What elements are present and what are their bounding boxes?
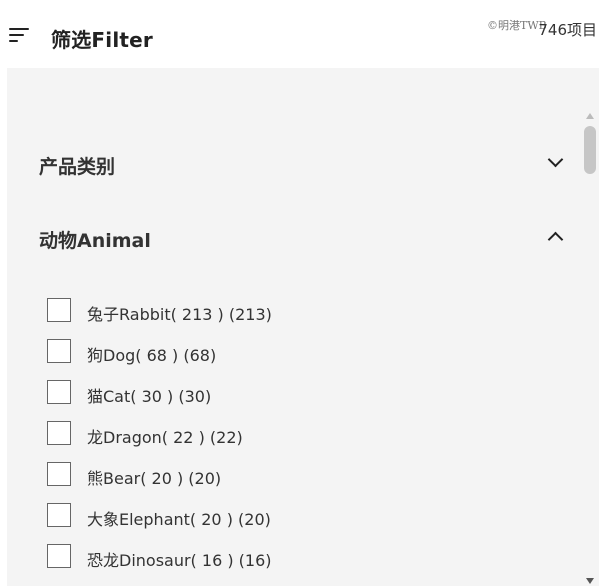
filter-header: 筛选Filter ©明港TWB 746项目 bbox=[0, 0, 599, 68]
menu-icon[interactable] bbox=[9, 28, 29, 44]
checkbox[interactable] bbox=[47, 462, 71, 486]
scroll-up-arrow-icon[interactable] bbox=[586, 113, 594, 119]
filter-option-dog[interactable]: 狗Dog( 68 ) (68) bbox=[47, 339, 527, 365]
scroll-down-arrow-icon[interactable] bbox=[586, 578, 594, 584]
filter-option-elephant[interactable]: 大象Elephant( 20 ) (20) bbox=[47, 503, 527, 529]
section-title: 动物Animal bbox=[39, 230, 151, 252]
option-label: 兔子Rabbit( 213 ) (213) bbox=[87, 305, 272, 324]
option-label: 狗Dog( 68 ) (68) bbox=[87, 346, 217, 365]
scrollbar[interactable] bbox=[582, 113, 598, 586]
option-label: 龙Dragon( 22 ) (22) bbox=[87, 428, 243, 447]
option-label: 熊Bear( 20 ) (20) bbox=[87, 469, 222, 488]
option-label: 猫Cat( 30 ) (30) bbox=[87, 387, 212, 406]
section-animal[interactable]: 动物Animal bbox=[39, 226, 569, 256]
chevron-up-icon bbox=[547, 231, 564, 248]
option-label: 恐龙Dinosaur( 16 ) (16) bbox=[87, 551, 272, 570]
checkbox[interactable] bbox=[47, 544, 71, 568]
page-title: 筛选Filter bbox=[51, 28, 153, 52]
chevron-down-icon bbox=[547, 151, 564, 168]
section-product-category[interactable]: 产品类别 bbox=[39, 151, 569, 182]
checkbox[interactable] bbox=[47, 339, 71, 363]
scroll-thumb[interactable] bbox=[584, 126, 596, 174]
filter-option-cat[interactable]: 猫Cat( 30 ) (30) bbox=[47, 380, 527, 406]
checkbox[interactable] bbox=[47, 421, 71, 445]
checkbox[interactable] bbox=[47, 298, 71, 322]
checkbox[interactable] bbox=[47, 503, 71, 527]
filter-option-dinosaur[interactable]: 恐龙Dinosaur( 16 ) (16) bbox=[47, 544, 527, 570]
item-count: 746项目 bbox=[538, 21, 597, 39]
filter-option-rabbit[interactable]: 兔子Rabbit( 213 ) (213) bbox=[47, 298, 527, 324]
checkbox[interactable] bbox=[47, 380, 71, 404]
filter-option-dragon[interactable]: 龙Dragon( 22 ) (22) bbox=[47, 421, 527, 447]
filter-option-bear[interactable]: 熊Bear( 20 ) (20) bbox=[47, 462, 527, 488]
filter-panel: 产品类别 动物Animal 兔子Rabbit( 213 ) (213) 狗Dog… bbox=[7, 68, 599, 586]
option-label: 大象Elephant( 20 ) (20) bbox=[87, 510, 271, 529]
section-title: 产品类别 bbox=[39, 156, 116, 178]
